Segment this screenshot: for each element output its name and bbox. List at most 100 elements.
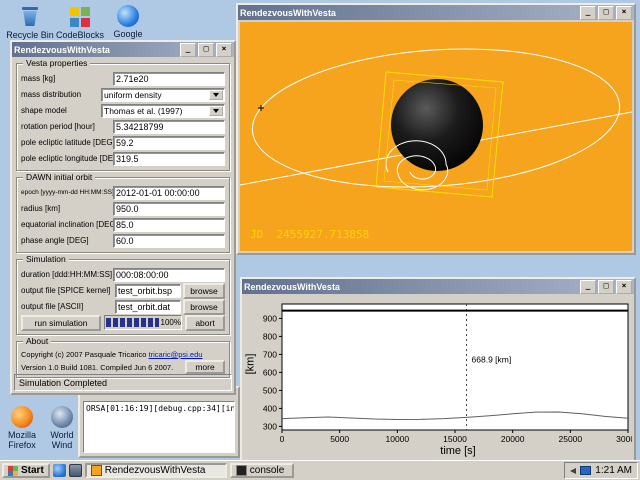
phase-angle-input[interactable]: 60.0 [113, 234, 225, 248]
ascii-output-input[interactable]: test_orbit.dat [115, 300, 181, 314]
desktop-icon-recycle-bin[interactable]: Recycle Bin [6, 4, 54, 40]
copyright-text: Copyright (c) 2007 Pasquale Tricarico [21, 350, 149, 359]
console-log-line: ORSA[01:16:19][debug.cpp:34][initTimer] … [84, 402, 234, 415]
svg-text:600: 600 [263, 367, 277, 377]
task-label: RendezvousWithVesta [105, 465, 206, 476]
svg-text:500: 500 [263, 385, 277, 395]
x-axis-label: time [s] [284, 445, 632, 457]
pole-latitude-input[interactable]: 59.2 [113, 136, 225, 150]
plot-titlebar[interactable]: RendezvousWithVesta _ □ × [242, 279, 634, 294]
browse-ascii-button[interactable]: browse [183, 299, 225, 315]
desktop-icon-world-wind[interactable]: World Wind [42, 406, 82, 450]
mass-distribution-select[interactable]: uniform density [101, 88, 225, 102]
icon-label: CodeBlocks [56, 30, 104, 40]
globe-icon [117, 5, 139, 27]
viewer-titlebar[interactable]: RendezvousWithVesta _ □ × [238, 5, 634, 20]
window-title: RendezvousWithVesta [240, 8, 578, 18]
start-button[interactable]: Start [2, 463, 50, 478]
pole-longitude-label: pole ecliptic longitude [DEG] [21, 154, 113, 163]
svg-text:10000: 10000 [386, 434, 410, 444]
desktop-icon-firefox[interactable]: Mozilla Firefox [0, 406, 44, 450]
field-row: pole ecliptic longitude [DEG] 319.5 [21, 151, 225, 166]
progress-segments [106, 318, 159, 327]
minimize-icon[interactable]: _ [580, 6, 596, 20]
volume-icon[interactable] [570, 468, 576, 474]
field-row: equatorial inclination [DEG] 85.0 [21, 217, 225, 232]
dropdown-arrow-icon[interactable] [209, 90, 223, 100]
console-output[interactable]: ORSA[01:16:19][debug.cpp:34][initTimer] … [83, 401, 235, 453]
field-row: rotation period [hour] 5.34218799 [21, 119, 225, 134]
status-text: Simulation Completed [19, 378, 107, 388]
taskbar-task-rendezvous[interactable]: RendezvousWithVesta [85, 463, 227, 478]
dialog-titlebar[interactable]: RendezvousWithVesta _ □ × [12, 42, 234, 57]
more-button[interactable]: more [185, 360, 225, 374]
svg-text:30000: 30000 [616, 434, 632, 444]
dialog-status-bar: Simulation Completed [14, 374, 232, 391]
run-row: run simulation 100% abort [21, 315, 225, 330]
svg-text:300: 300 [263, 421, 277, 431]
rotation-period-input[interactable]: 5.34218799 [113, 120, 225, 134]
task-label: console [250, 465, 284, 476]
minimize-icon[interactable]: _ [180, 43, 196, 57]
viewer-window[interactable]: RendezvousWithVesta _ □ × [236, 3, 636, 255]
quicklaunch-desktop-icon[interactable] [69, 464, 82, 477]
network-icon[interactable] [580, 466, 591, 475]
browse-spice-button[interactable]: browse [183, 283, 225, 299]
abort-button[interactable]: abort [185, 315, 225, 331]
mass-label: mass [kg] [21, 74, 113, 83]
group-vesta-properties: Vesta properties mass [kg] 2.71e20 mass … [16, 63, 230, 171]
progress-percent: 100% [161, 318, 181, 327]
epoch-input[interactable]: 2012-01-01 00:00:00 [113, 186, 225, 200]
field-row: output file [ASCII] test_orbit.dat brows… [21, 299, 225, 314]
minimize-icon[interactable]: _ [580, 280, 596, 294]
close-icon[interactable]: × [616, 280, 632, 294]
close-icon[interactable]: × [616, 6, 632, 20]
inclination-label: equatorial inclination [DEG] [21, 220, 113, 229]
console-window[interactable]: ORSA[01:16:19][debug.cpp:34][initTimer] … [78, 386, 240, 458]
radius-input[interactable]: 950.0 [113, 202, 225, 216]
group-title: About [23, 336, 51, 346]
svg-text:800: 800 [263, 331, 277, 341]
epoch-label: epoch [yyyy-mm-dd HH:MM:SS] [UTC] [21, 189, 113, 196]
maximize-icon[interactable]: □ [198, 43, 214, 57]
maximize-icon[interactable]: □ [598, 280, 614, 294]
app-icon [91, 465, 102, 476]
email-link[interactable]: tricaric@psi.edu [149, 350, 203, 359]
svg-text:5000: 5000 [330, 434, 349, 444]
field-row: output file [SPICE kernel] test_orbit.bs… [21, 283, 225, 298]
dropdown-arrow-icon[interactable] [209, 106, 223, 116]
desktop-icon-codeblocks[interactable]: CodeBlocks [56, 4, 104, 40]
window-title: RendezvousWithVesta [14, 45, 178, 55]
svg-text:0: 0 [280, 434, 285, 444]
vesta-sphere [391, 79, 483, 171]
spice-output-input[interactable]: test_orbit.bsp [115, 284, 181, 298]
inclination-input[interactable]: 85.0 [113, 218, 225, 232]
terminal-icon [236, 465, 247, 476]
vesta-scene: JD 2455927.713858 [240, 22, 632, 251]
close-icon[interactable]: × [216, 43, 232, 57]
field-row: radius [km] 950.0 [21, 201, 225, 216]
field-row: mass distribution uniform density [21, 87, 225, 102]
duration-label: duration [ddd:HH:MM:SS] [21, 270, 113, 279]
pole-longitude-input[interactable]: 319.5 [113, 152, 225, 166]
pole-latitude-label: pole ecliptic latitude [DEG] [21, 138, 113, 147]
group-dawn-initial-orbit: DAWN initial orbit epoch [yyyy-mm-dd HH:… [16, 177, 230, 253]
run-simulation-button[interactable]: run simulation [21, 315, 101, 331]
maximize-icon[interactable]: □ [598, 6, 614, 20]
svg-text:25000: 25000 [559, 434, 583, 444]
version-line: Version 1.0 Build 1081. Compiled Jun 6 2… [21, 360, 225, 374]
group-title: Simulation [23, 254, 69, 264]
svg-text:900: 900 [263, 313, 277, 323]
world-wind-icon [51, 406, 73, 428]
viewer-3d-canvas[interactable]: JD 2455927.713858 [240, 22, 632, 251]
taskbar-task-console[interactable]: console [230, 463, 294, 478]
spice-output-label: output file [SPICE kernel] [21, 286, 115, 295]
quicklaunch-browser-icon[interactable] [53, 464, 66, 477]
selected-value: uniform density [104, 90, 162, 100]
plot-window[interactable]: RendezvousWithVesta _ □ × [km] 300400500… [240, 277, 636, 462]
shape-model-select[interactable]: Thomas et al. (1997) [101, 104, 225, 118]
duration-input[interactable]: 000:08:00:00 [113, 268, 225, 282]
firefox-icon [11, 406, 33, 428]
mass-input[interactable]: 2.71e20 [113, 72, 225, 86]
vesta-properties-dialog[interactable]: RendezvousWithVesta _ □ × Vesta properti… [10, 40, 236, 395]
